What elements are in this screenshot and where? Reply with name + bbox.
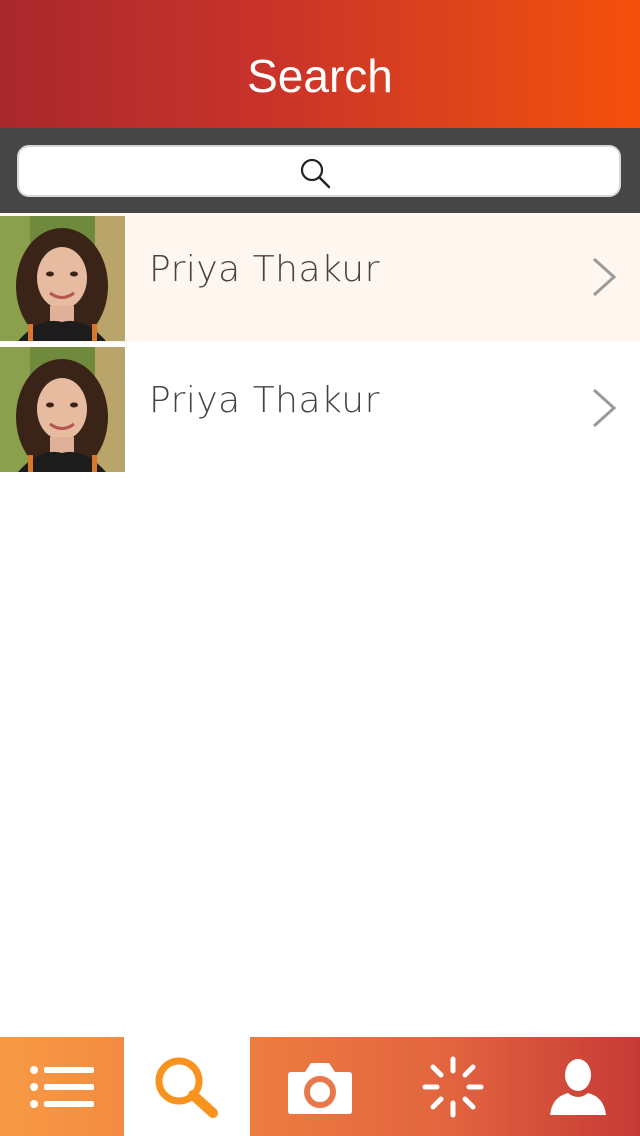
person-name: Priya Thakur (149, 380, 380, 421)
avatar (0, 216, 125, 341)
search-bar (0, 128, 640, 213)
tab-bar (0, 1037, 640, 1136)
camera-icon (288, 1062, 352, 1114)
loading-spinner-icon (422, 1056, 483, 1117)
search-icon (155, 1057, 218, 1118)
search-input[interactable] (19, 147, 623, 197)
tab-activity[interactable] (390, 1037, 515, 1136)
tab-camera[interactable] (250, 1037, 390, 1136)
list-item[interactable]: Priya Thakur (0, 344, 640, 475)
chevron-right-icon (592, 257, 617, 297)
person-name: Priya Thakur (149, 249, 380, 290)
tab-search[interactable] (124, 1037, 250, 1136)
results-list: Priya Thakur Priya Thakur (0, 213, 640, 475)
person-icon (549, 1058, 606, 1115)
header-bar: Search (0, 0, 640, 128)
tab-list[interactable] (0, 1037, 124, 1136)
chevron-right-icon (592, 388, 617, 428)
search-field[interactable] (17, 145, 623, 197)
avatar (0, 347, 125, 472)
list-item[interactable]: Priya Thakur (0, 213, 640, 344)
page-title: Search (247, 50, 393, 102)
list-icon (30, 1065, 94, 1108)
tab-profile[interactable] (515, 1037, 640, 1136)
